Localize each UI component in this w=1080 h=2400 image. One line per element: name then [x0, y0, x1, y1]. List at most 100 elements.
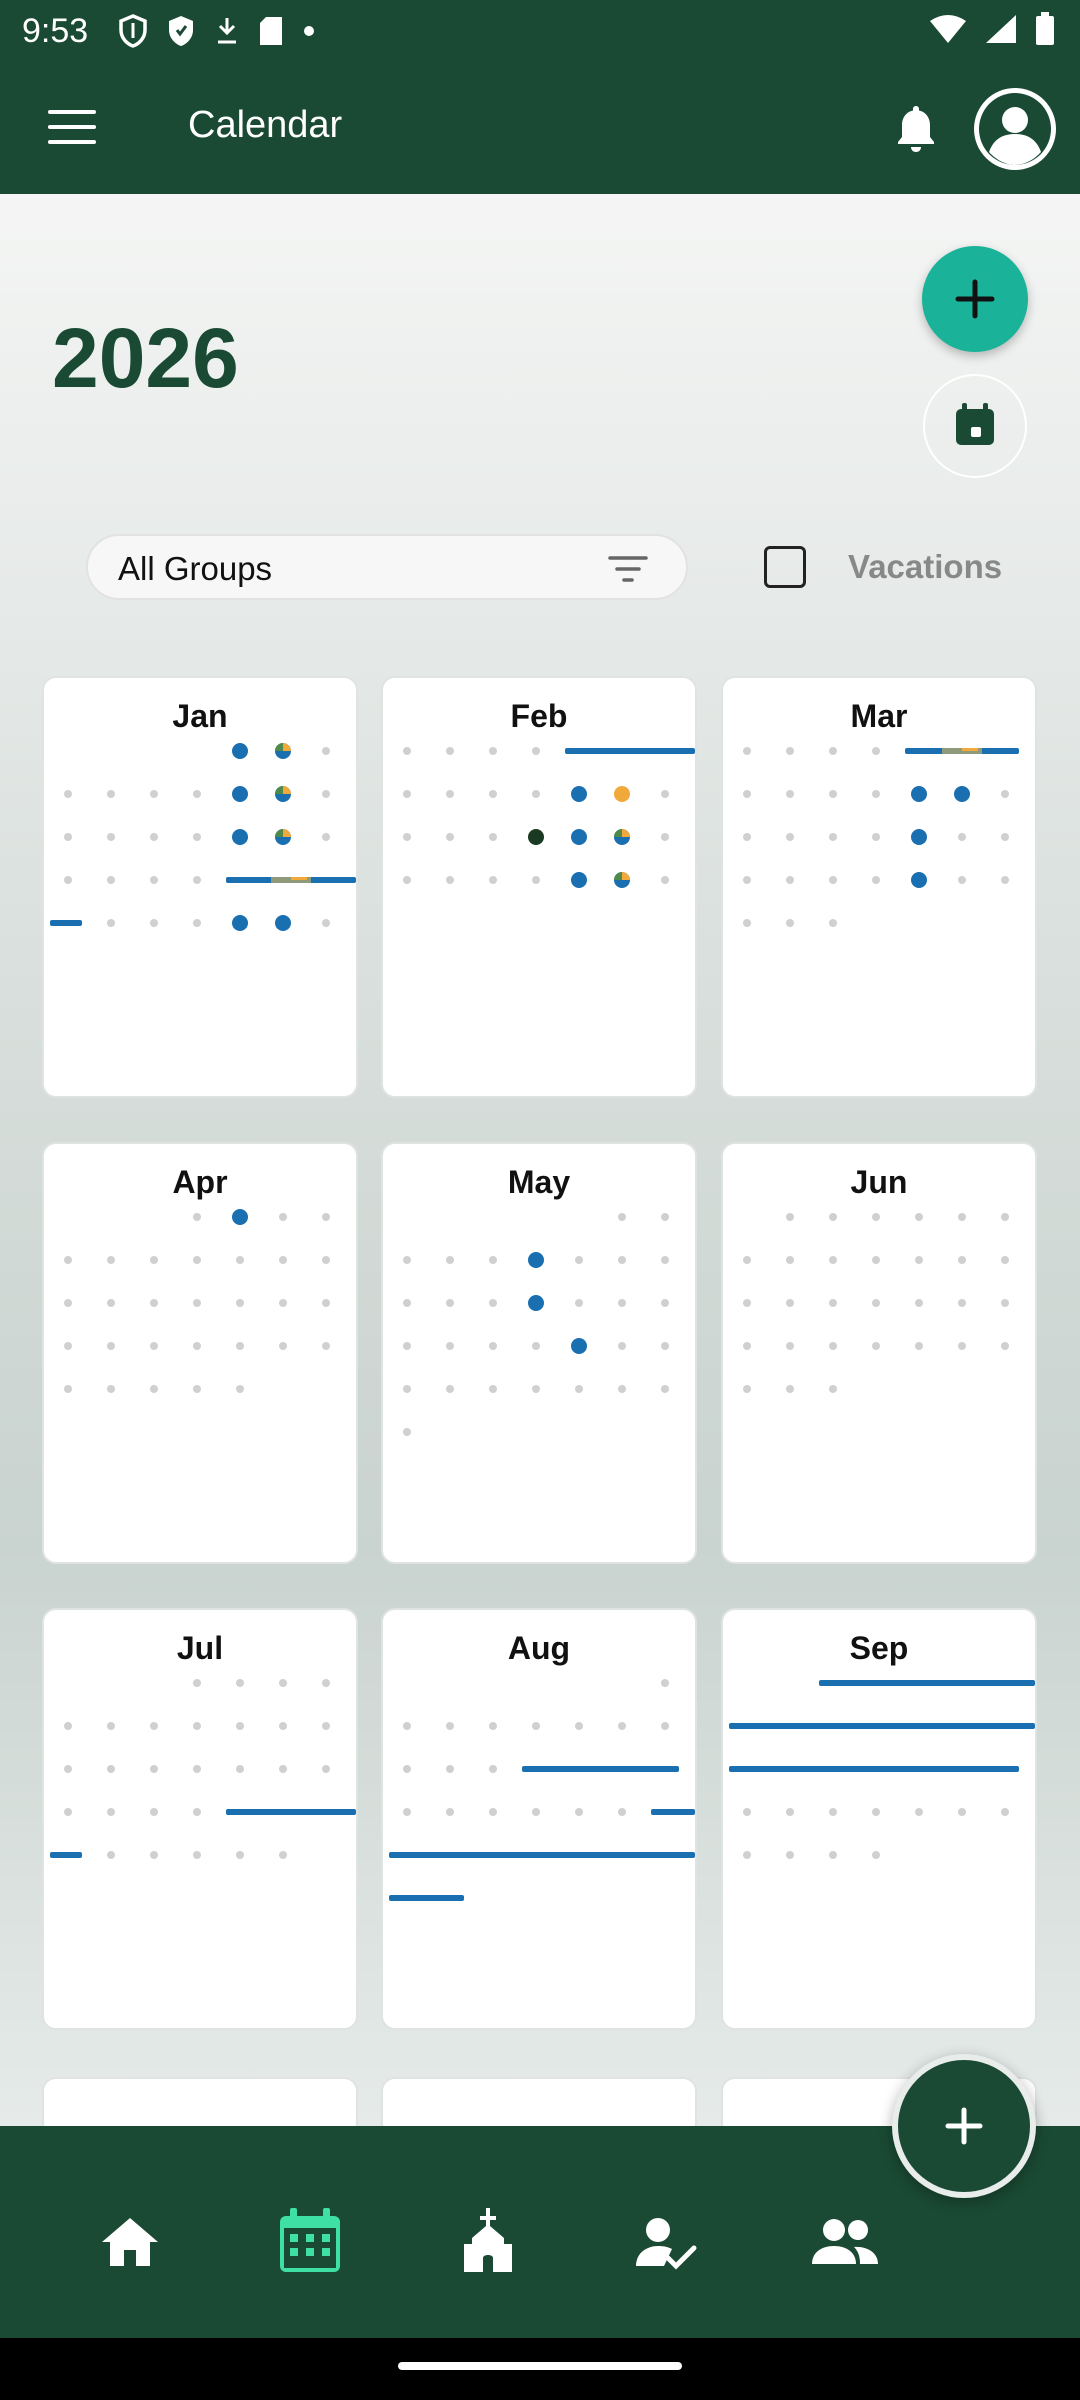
event-dot[interactable]: [528, 1295, 544, 1311]
day-dot[interactable]: [532, 876, 540, 884]
day-dot[interactable]: [236, 1851, 244, 1859]
day-dot[interactable]: [829, 833, 837, 841]
day-dot[interactable]: [786, 1213, 794, 1221]
day-dot[interactable]: [64, 1385, 72, 1393]
day-dot[interactable]: [193, 1765, 201, 1773]
day-dot[interactable]: [743, 1256, 751, 1264]
day-dot[interactable]: [236, 1342, 244, 1350]
day-dot[interactable]: [446, 833, 454, 841]
day-dot[interactable]: [872, 1851, 880, 1859]
day-dot[interactable]: [64, 1722, 72, 1730]
day-dot[interactable]: [618, 1385, 626, 1393]
day-dot[interactable]: [786, 833, 794, 841]
day-dot[interactable]: [958, 833, 966, 841]
day-dot[interactable]: [958, 1342, 966, 1350]
home-gesture-handle[interactable]: [398, 2362, 682, 2370]
day-dot[interactable]: [915, 1256, 923, 1264]
day-dot[interactable]: [64, 1765, 72, 1773]
day-dot[interactable]: [958, 1213, 966, 1221]
day-dot[interactable]: [193, 1256, 201, 1264]
day-dot[interactable]: [958, 1808, 966, 1816]
month-card[interactable]: Mar: [721, 676, 1037, 1098]
day-dot[interactable]: [618, 1256, 626, 1264]
day-dot[interactable]: [403, 1256, 411, 1264]
day-dot[interactable]: [64, 876, 72, 884]
day-dot[interactable]: [872, 790, 880, 798]
event-dot[interactable]: [232, 1209, 248, 1225]
event-dot[interactable]: [614, 786, 630, 802]
day-dot[interactable]: [150, 833, 158, 841]
day-dot[interactable]: [829, 790, 837, 798]
day-dot[interactable]: [150, 1851, 158, 1859]
day-dot[interactable]: [1001, 790, 1009, 798]
day-dot[interactable]: [193, 833, 201, 841]
day-dot[interactable]: [829, 1299, 837, 1307]
event-bar[interactable]: [729, 1766, 1019, 1772]
day-dot[interactable]: [236, 1679, 244, 1687]
day-dot[interactable]: [872, 1342, 880, 1350]
day-dot[interactable]: [786, 747, 794, 755]
event-dot[interactable]: [954, 786, 970, 802]
day-dot[interactable]: [107, 1808, 115, 1816]
day-dot[interactable]: [661, 1256, 669, 1264]
day-dot[interactable]: [150, 876, 158, 884]
day-dot[interactable]: [107, 1342, 115, 1350]
day-dot[interactable]: [64, 1342, 72, 1350]
day-dot[interactable]: [743, 1385, 751, 1393]
event-bar[interactable]: [226, 1809, 356, 1815]
day-dot[interactable]: [279, 1256, 287, 1264]
day-dot[interactable]: [193, 1342, 201, 1350]
day-dot[interactable]: [446, 790, 454, 798]
day-dot[interactable]: [446, 1385, 454, 1393]
month-card[interactable]: Apr: [42, 1142, 358, 1564]
day-dot[interactable]: [872, 833, 880, 841]
day-dot[interactable]: [786, 1808, 794, 1816]
day-dot[interactable]: [661, 790, 669, 798]
day-dot[interactable]: [872, 1808, 880, 1816]
day-dot[interactable]: [829, 1385, 837, 1393]
day-dot[interactable]: [743, 919, 751, 927]
day-dot[interactable]: [403, 1765, 411, 1773]
day-dot[interactable]: [958, 876, 966, 884]
calendar-icon[interactable]: [270, 2202, 350, 2282]
day-dot[interactable]: [786, 919, 794, 927]
day-dot[interactable]: [322, 1299, 330, 1307]
day-dot[interactable]: [1001, 1808, 1009, 1816]
day-dot[interactable]: [661, 833, 669, 841]
event-bar[interactable]: [50, 1852, 82, 1858]
day-dot[interactable]: [150, 1385, 158, 1393]
event-bar[interactable]: [565, 748, 695, 754]
month-card[interactable]: Sep: [721, 1608, 1037, 2030]
day-dot[interactable]: [193, 1808, 201, 1816]
day-dot[interactable]: [107, 1385, 115, 1393]
day-dot[interactable]: [150, 790, 158, 798]
add-event-button[interactable]: [922, 246, 1028, 352]
day-dot[interactable]: [1001, 1342, 1009, 1350]
day-dot[interactable]: [193, 1299, 201, 1307]
day-dot[interactable]: [661, 1679, 669, 1687]
day-dot[interactable]: [107, 876, 115, 884]
event-dot[interactable]: [232, 743, 248, 759]
day-dot[interactable]: [743, 1342, 751, 1350]
day-dot[interactable]: [489, 1808, 497, 1816]
day-dot[interactable]: [322, 790, 330, 798]
day-dot[interactable]: [532, 1808, 540, 1816]
day-dot[interactable]: [322, 1256, 330, 1264]
day-dot[interactable]: [661, 1385, 669, 1393]
day-dot[interactable]: [150, 1722, 158, 1730]
day-dot[interactable]: [193, 919, 201, 927]
day-dot[interactable]: [446, 747, 454, 755]
day-dot[interactable]: [786, 1342, 794, 1350]
day-dot[interactable]: [958, 1299, 966, 1307]
day-dot[interactable]: [786, 790, 794, 798]
event-bar[interactable]: [651, 1809, 695, 1815]
day-dot[interactable]: [743, 876, 751, 884]
day-dot[interactable]: [958, 1256, 966, 1264]
event-bar[interactable]: [729, 1723, 1035, 1729]
day-dot[interactable]: [193, 1213, 201, 1221]
day-dot[interactable]: [618, 1213, 626, 1221]
event-dot[interactable]: [232, 915, 248, 931]
day-dot[interactable]: [150, 1299, 158, 1307]
day-dot[interactable]: [279, 1342, 287, 1350]
day-dot[interactable]: [829, 1342, 837, 1350]
